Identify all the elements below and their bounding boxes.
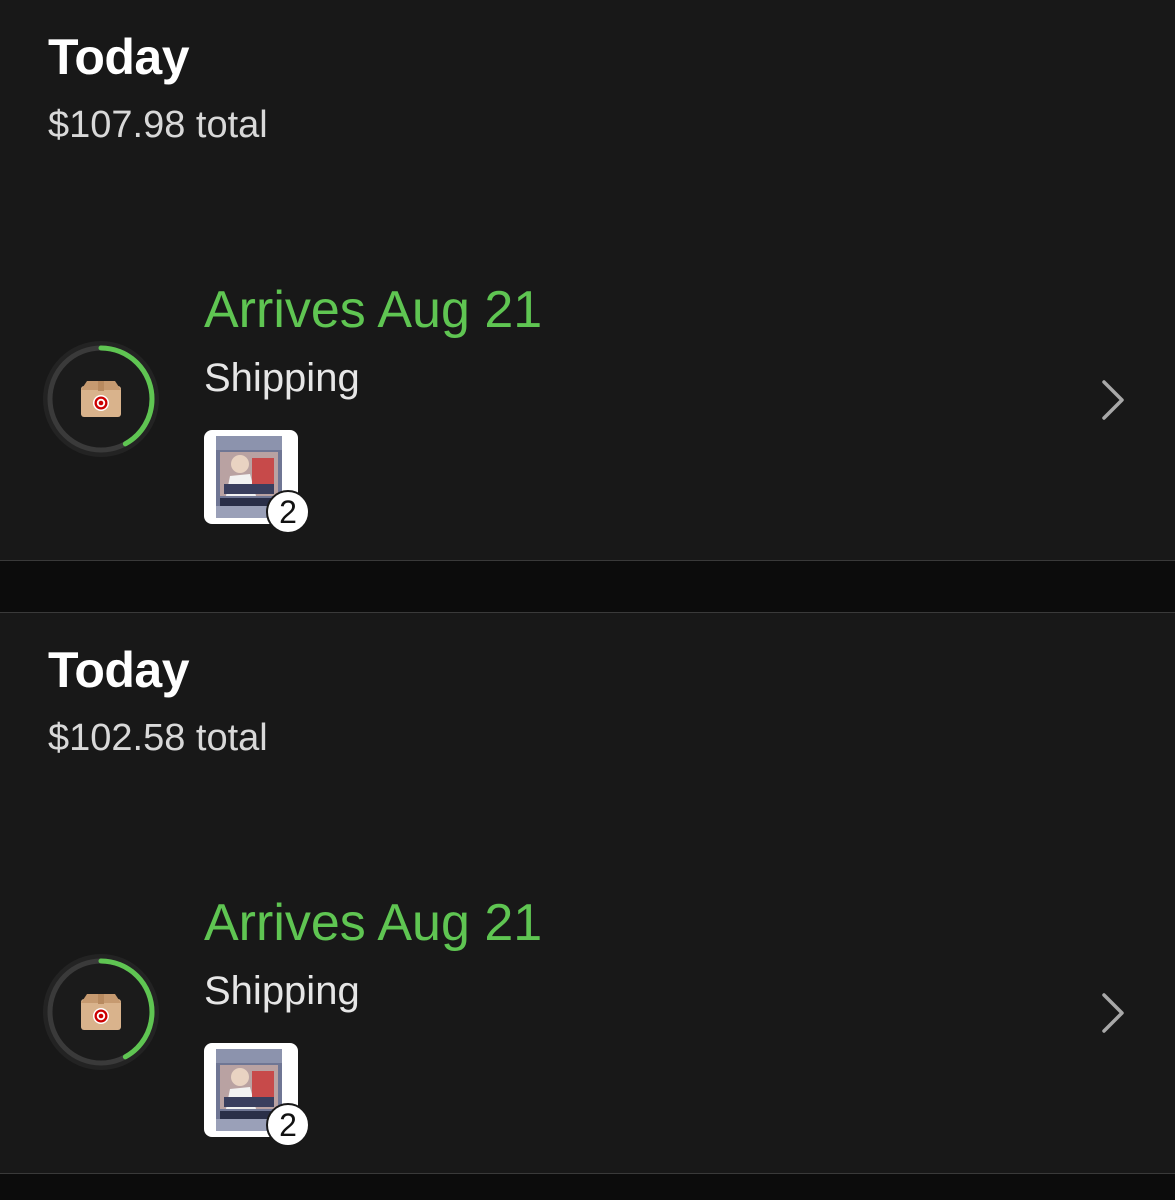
arrival-date: Arrives Aug 21 <box>204 281 543 339</box>
shipping-status: Shipping <box>204 969 360 1013</box>
order-date-title: Today <box>48 29 190 85</box>
item-quantity-badge: 2 <box>266 490 310 534</box>
item-quantity-badge: 2 <box>266 1103 310 1147</box>
chevron-right-icon[interactable] <box>1098 991 1128 1035</box>
order-total: $107.98 total <box>48 104 268 146</box>
order-card: Today $107.98 total Arrives Aug 21 Shipp… <box>0 0 1175 561</box>
product-thumbnail[interactable]: 2 <box>204 430 310 534</box>
shipment-progress-ring <box>42 953 160 1071</box>
shipment-row[interactable]: Arrives Aug 21 Shipping 2 <box>0 883 1175 1153</box>
box-with-target-logo-icon <box>80 993 122 1031</box>
shipping-status: Shipping <box>204 356 360 400</box>
order-date-title: Today <box>48 642 190 698</box>
shipment-row[interactable]: Arrives Aug 21 Shipping 2 <box>0 270 1175 540</box>
chevron-right-icon[interactable] <box>1098 378 1128 422</box>
order-card: Today $102.58 total Arrives Aug 21 Shipp… <box>0 612 1175 1174</box>
shipment-progress-ring <box>42 340 160 458</box>
product-thumbnail[interactable]: 2 <box>204 1043 310 1147</box>
arrival-date: Arrives Aug 21 <box>204 894 543 952</box>
order-total: $102.58 total <box>48 717 268 759</box>
box-with-target-logo-icon <box>80 380 122 418</box>
